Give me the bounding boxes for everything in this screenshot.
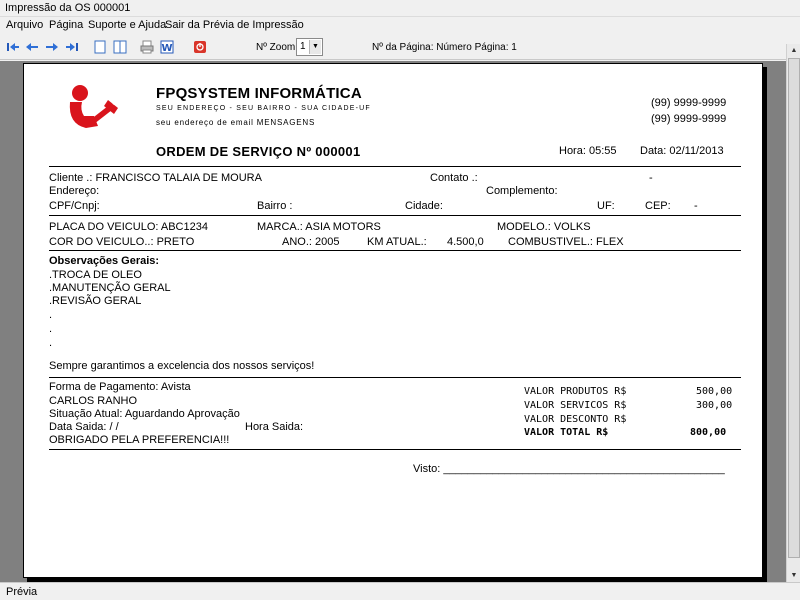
- phone-1: (99) 9999-9999: [651, 97, 727, 109]
- divider: [49, 250, 741, 251]
- scroll-thumb[interactable]: [788, 58, 800, 558]
- observation-line: .MANUTENÇÃO GERAL: [49, 282, 171, 294]
- district-label: Bairro :: [257, 200, 293, 212]
- divider: [49, 166, 741, 167]
- observation-line: .: [49, 323, 53, 335]
- observation-line: .REVISÃO GERAL: [49, 295, 142, 307]
- observations-title: Observações Gerais:: [49, 255, 160, 267]
- total-value-grand: 800,00: [690, 427, 727, 438]
- scroll-down-icon[interactable]: ▼: [787, 569, 800, 582]
- complement-label: Complemento:: [486, 185, 558, 197]
- previous-page-icon[interactable]: [24, 39, 40, 55]
- word-export-icon[interactable]: W: [159, 39, 175, 55]
- vehicle-brand: MARCA.: ASIA MOTORS: [257, 221, 381, 233]
- exit-time: Hora Saida:: [245, 421, 304, 433]
- total-value-services: 300,00: [696, 400, 733, 411]
- exit-date: Data Saida: / /: [49, 421, 119, 433]
- next-page-icon[interactable]: [44, 39, 60, 55]
- preview-area: FPQSYSTEM INFORMÁTICA SEU ENDEREÇO - SEU…: [0, 61, 786, 582]
- address-label: Endereço:: [49, 185, 100, 197]
- print-icon[interactable]: [139, 39, 155, 55]
- observation-footer: Sempre garantimos a excelencia dos nosso…: [49, 360, 315, 372]
- window-title: Impressão da OS 000001: [0, 0, 800, 17]
- zoom-select[interactable]: 1 ▼: [296, 38, 323, 56]
- menu-arquivo[interactable]: Arquivo: [6, 19, 43, 31]
- status-text: Situação Atual: Aguardando Aprovação: [49, 408, 240, 420]
- report-time: Hora: 05:55: [559, 145, 617, 157]
- page-info: Nº da Página: Número Página: 1: [372, 42, 517, 53]
- close-preview-icon[interactable]: [192, 39, 208, 55]
- divider: [49, 377, 741, 378]
- vehicle-km-label: KM ATUAL.:: [367, 236, 427, 248]
- technician-name: CARLOS RANHO: [49, 395, 138, 407]
- observation-line: .: [49, 309, 53, 321]
- vehicle-plate: PLACA DO VEICULO: ABC1234: [49, 221, 208, 233]
- menu-sair-previa[interactable]: Sair da Prévia de Impressão: [165, 19, 304, 31]
- company-email: seu endereço de email MENSAGENS: [156, 118, 316, 127]
- total-label-discount: VALOR DESCONTO R$: [524, 414, 627, 425]
- svg-text:W: W: [161, 43, 172, 54]
- status-bar: Prévia: [0, 582, 800, 600]
- chevron-down-icon[interactable]: ▼: [309, 40, 321, 54]
- zoom-label: Nº Zoom: [256, 42, 296, 53]
- company-address: SEU ENDEREÇO - SEU BAIRRO - SUA CIDADE-U…: [156, 105, 371, 112]
- total-label-grand: VALOR TOTAL R$: [524, 427, 609, 438]
- vehicle-color: COR DO VEICULO..: PRETO: [49, 236, 195, 248]
- vehicle-km-value: 4.500,0: [447, 236, 484, 248]
- total-label-products: VALOR PRODUTOS R$: [524, 386, 627, 397]
- vertical-scrollbar[interactable]: ▲ ▼: [786, 44, 800, 582]
- vehicle-fuel: COMBUSTIVEL.: FLEX: [508, 236, 624, 248]
- divider: [49, 449, 741, 450]
- first-page-icon[interactable]: [5, 39, 21, 55]
- contact-value: -: [649, 172, 653, 184]
- vehicle-model: MODELO.: VOLKS: [497, 221, 591, 233]
- company-logo: [64, 82, 122, 134]
- report-page: FPQSYSTEM INFORMÁTICA SEU ENDEREÇO - SEU…: [23, 63, 763, 578]
- scroll-up-icon[interactable]: ▲: [787, 44, 800, 57]
- menu-pagina[interactable]: Página: [49, 19, 83, 31]
- two-pages-icon[interactable]: [112, 39, 128, 55]
- report-date: Data: 02/11/2013: [640, 145, 724, 157]
- menu-suporte[interactable]: Suporte e Ajuda: [88, 19, 166, 31]
- signature-line: Visto: _________________________________…: [413, 463, 725, 475]
- thanks-message: OBRIGADO PELA PREFERENCIA!!!: [49, 434, 230, 446]
- observation-line: .TROCA DE OLEO: [49, 269, 142, 281]
- last-page-icon[interactable]: [64, 39, 80, 55]
- menu-bar: Arquivo Página Suporte e Ajuda Sair da P…: [0, 17, 800, 34]
- payment-method: Forma de Pagamento: Avista: [49, 381, 191, 393]
- report-title: ORDEM DE SERVIÇO Nº 000001: [156, 144, 361, 159]
- zoom-value: 1: [300, 41, 306, 52]
- total-value-products: 500,00: [696, 386, 733, 397]
- observation-line: .: [49, 337, 53, 349]
- phone-2: (99) 9999-9999: [651, 113, 727, 125]
- toolbar: W Nº Zoom 1 ▼ Nº da Página: Número Págin…: [0, 34, 800, 60]
- city-label: Cidade:: [405, 200, 443, 212]
- state-label: UF:: [597, 200, 615, 212]
- zip-value: -: [694, 200, 698, 212]
- print-preview-window: Impressão da OS 000001 Arquivo Página Su…: [0, 0, 800, 600]
- total-label-services: VALOR SERVICOS R$: [524, 400, 627, 411]
- single-page-icon[interactable]: [92, 39, 108, 55]
- cpf-label: CPF/Cnpj:: [49, 200, 100, 212]
- contact-label: Contato .:: [430, 172, 478, 184]
- vehicle-year: ANO.: 2005: [282, 236, 340, 248]
- company-name: FPQSYSTEM INFORMÁTICA: [156, 85, 362, 102]
- client-name: Cliente .: FRANCISCO TALAIA DE MOURA: [49, 172, 262, 184]
- zip-label: CEP:: [645, 200, 671, 212]
- divider: [49, 215, 741, 216]
